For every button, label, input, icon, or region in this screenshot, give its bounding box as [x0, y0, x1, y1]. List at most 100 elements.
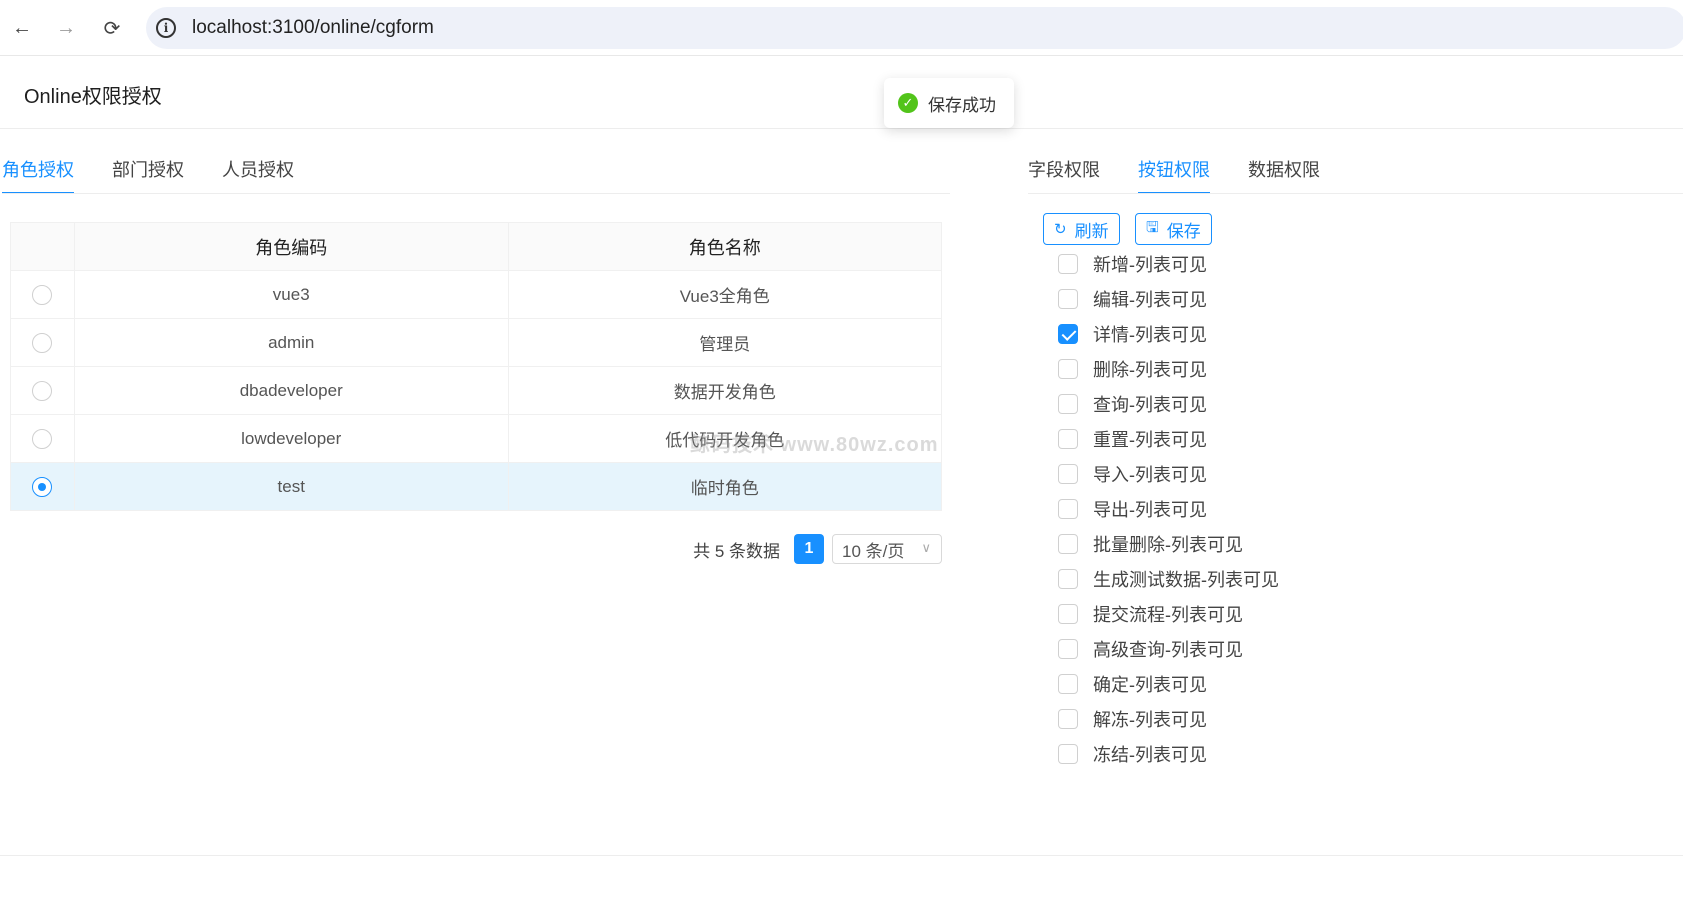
- table-row[interactable]: admin 管理员: [10, 318, 942, 367]
- role-name-cell: 临时角色: [507, 462, 942, 511]
- permission-label: 批量删除-列表可见: [1093, 534, 1243, 555]
- permission-item[interactable]: 新增-列表可见: [1058, 246, 1279, 281]
- permission-checkbox[interactable]: [1058, 533, 1078, 554]
- permission-label: 新增-列表可见: [1093, 254, 1207, 275]
- footer-divider: [0, 855, 1683, 856]
- permission-label: 重置-列表可见: [1093, 429, 1207, 450]
- permission-item[interactable]: 查询-列表可见: [1058, 386, 1279, 421]
- permission-label: 生成测试数据-列表可见: [1093, 569, 1279, 590]
- modal-title: Online权限授权: [24, 86, 162, 108]
- permission-checkbox[interactable]: [1058, 428, 1078, 449]
- role-code-cell: dbadeveloper: [73, 366, 509, 415]
- page-number-current[interactable]: 1: [794, 534, 824, 564]
- tab-user-auth[interactable]: 人员授权: [222, 150, 294, 194]
- permission-label: 详情-列表可见: [1093, 324, 1207, 345]
- select-column-header: [10, 222, 75, 271]
- permission-checkbox-checked[interactable]: [1058, 323, 1078, 344]
- row-radio-checked[interactable]: [32, 476, 53, 497]
- address-bar[interactable]: i localhost:3100/online/cgform: [146, 7, 1683, 49]
- row-radio-cell[interactable]: [10, 462, 75, 511]
- table-row-selected[interactable]: test 临时角色: [10, 462, 942, 511]
- permission-item[interactable]: 解冻-列表可见: [1058, 701, 1279, 736]
- save-icon: 🖫: [1146, 218, 1159, 236]
- tab-dept-auth[interactable]: 部门授权: [112, 150, 184, 194]
- permission-checkbox[interactable]: [1058, 673, 1078, 694]
- permission-item[interactable]: 批量删除-列表可见: [1058, 526, 1279, 561]
- permission-item[interactable]: 提交流程-列表可见: [1058, 596, 1279, 631]
- refresh-button[interactable]: ↻ 刷新: [1043, 213, 1120, 245]
- role-table: 角色编码 角色名称 vue3 Vue3全角色 admin 管理员 dbadeve…: [10, 222, 942, 511]
- permission-label: 高级查询-列表可见: [1093, 639, 1243, 660]
- page-size-select[interactable]: 10 条/页 ∨: [832, 534, 942, 564]
- role-name-cell: 低代码开发角色: [507, 414, 942, 463]
- row-radio[interactable]: [32, 380, 53, 401]
- pagination: 共 5 条数据 1 10 条/页 ∨: [693, 534, 942, 564]
- tab-data-permission[interactable]: 数据权限: [1248, 150, 1320, 194]
- permission-checkbox[interactable]: [1058, 288, 1078, 309]
- permission-label: 提交流程-列表可见: [1093, 604, 1243, 625]
- row-radio[interactable]: [32, 332, 53, 353]
- permission-label: 冻结-列表可见: [1093, 744, 1207, 765]
- chevron-down-icon: ∨: [921, 540, 931, 555]
- permission-checkbox[interactable]: [1058, 708, 1078, 729]
- row-radio-cell[interactable]: [10, 366, 75, 415]
- permission-label: 查询-列表可见: [1093, 394, 1207, 415]
- permission-item[interactable]: 重置-列表可见: [1058, 421, 1279, 456]
- role-code-cell: lowdeveloper: [73, 414, 509, 463]
- row-radio[interactable]: [32, 428, 53, 449]
- permission-checkbox[interactable]: [1058, 253, 1078, 274]
- refresh-button-label: 刷新: [1074, 221, 1109, 241]
- table-header-row: 角色编码 角色名称: [10, 222, 942, 271]
- permission-checkbox[interactable]: [1058, 743, 1078, 764]
- tab-button-permission[interactable]: 按钮权限: [1138, 150, 1210, 194]
- permission-item[interactable]: 编辑-列表可见: [1058, 281, 1279, 316]
- button-permission-list: 新增-列表可见编辑-列表可见详情-列表可见删除-列表可见查询-列表可见 重置-列表…: [1058, 246, 1279, 771]
- permission-checkbox[interactable]: [1058, 498, 1078, 519]
- permission-item[interactable]: 导入-列表可见: [1058, 456, 1279, 491]
- site-info-icon[interactable]: i: [156, 18, 176, 38]
- forward-arrow-icon[interactable]: →: [52, 14, 80, 42]
- right-tabs-divider: [1028, 193, 1683, 194]
- role-code-cell: test: [73, 462, 509, 511]
- permission-item[interactable]: 导出-列表可见: [1058, 491, 1279, 526]
- permission-checkbox[interactable]: [1058, 393, 1078, 414]
- permission-item[interactable]: 冻结-列表可见: [1058, 736, 1279, 771]
- save-button[interactable]: 🖫 保存: [1135, 213, 1212, 245]
- browser-toolbar: ← → ⟳ i localhost:3100/online/cgform: [0, 0, 1683, 56]
- permission-checkbox[interactable]: [1058, 638, 1078, 659]
- row-radio[interactable]: [32, 284, 53, 305]
- permission-item[interactable]: 确定-列表可见: [1058, 666, 1279, 701]
- page-size-value: 10 条/页: [842, 541, 905, 561]
- tab-field-permission[interactable]: 字段权限: [1028, 150, 1100, 194]
- permission-item[interactable]: 删除-列表可见: [1058, 351, 1279, 386]
- permission-checkbox[interactable]: [1058, 568, 1078, 589]
- save-button-label: 保存: [1166, 221, 1201, 241]
- check-circle-icon: ✓: [898, 93, 918, 113]
- permission-tabs: 字段权限 按钮权限 数据权限: [1028, 150, 1320, 196]
- row-radio-cell[interactable]: [10, 318, 75, 367]
- row-radio-cell[interactable]: [10, 270, 75, 319]
- permission-checkbox[interactable]: [1058, 603, 1078, 624]
- tab-role-auth[interactable]: 角色授权: [2, 150, 74, 194]
- table-row[interactable]: dbadeveloper 数据开发角色: [10, 366, 942, 415]
- reload-icon[interactable]: ⟳: [98, 14, 126, 42]
- table-row[interactable]: lowdeveloper 低代码开发角色: [10, 414, 942, 463]
- row-radio-cell[interactable]: [10, 414, 75, 463]
- role-name-cell: 数据开发角色: [507, 366, 942, 415]
- permission-item[interactable]: 高级查询-列表可见: [1058, 631, 1279, 666]
- url-text[interactable]: localhost:3100/online/cgform: [192, 17, 434, 39]
- permission-item[interactable]: 生成测试数据-列表可见: [1058, 561, 1279, 596]
- permission-checkbox[interactable]: [1058, 463, 1078, 484]
- table-row[interactable]: vue3 Vue3全角色: [10, 270, 942, 319]
- permission-label: 确定-列表可见: [1093, 674, 1207, 695]
- permission-item[interactable]: 详情-列表可见: [1058, 316, 1279, 351]
- column-header-role-name: 角色名称: [507, 222, 942, 271]
- role-name-cell: 管理员: [507, 318, 942, 367]
- column-header-role-code: 角色编码: [73, 222, 509, 271]
- permission-label: 导入-列表可见: [1093, 464, 1207, 485]
- role-code-cell: admin: [73, 318, 509, 367]
- permission-label: 导出-列表可见: [1093, 499, 1207, 520]
- back-arrow-icon[interactable]: ←: [8, 14, 36, 42]
- permission-checkbox[interactable]: [1058, 358, 1078, 379]
- success-toast: ✓ 保存成功: [884, 78, 1014, 128]
